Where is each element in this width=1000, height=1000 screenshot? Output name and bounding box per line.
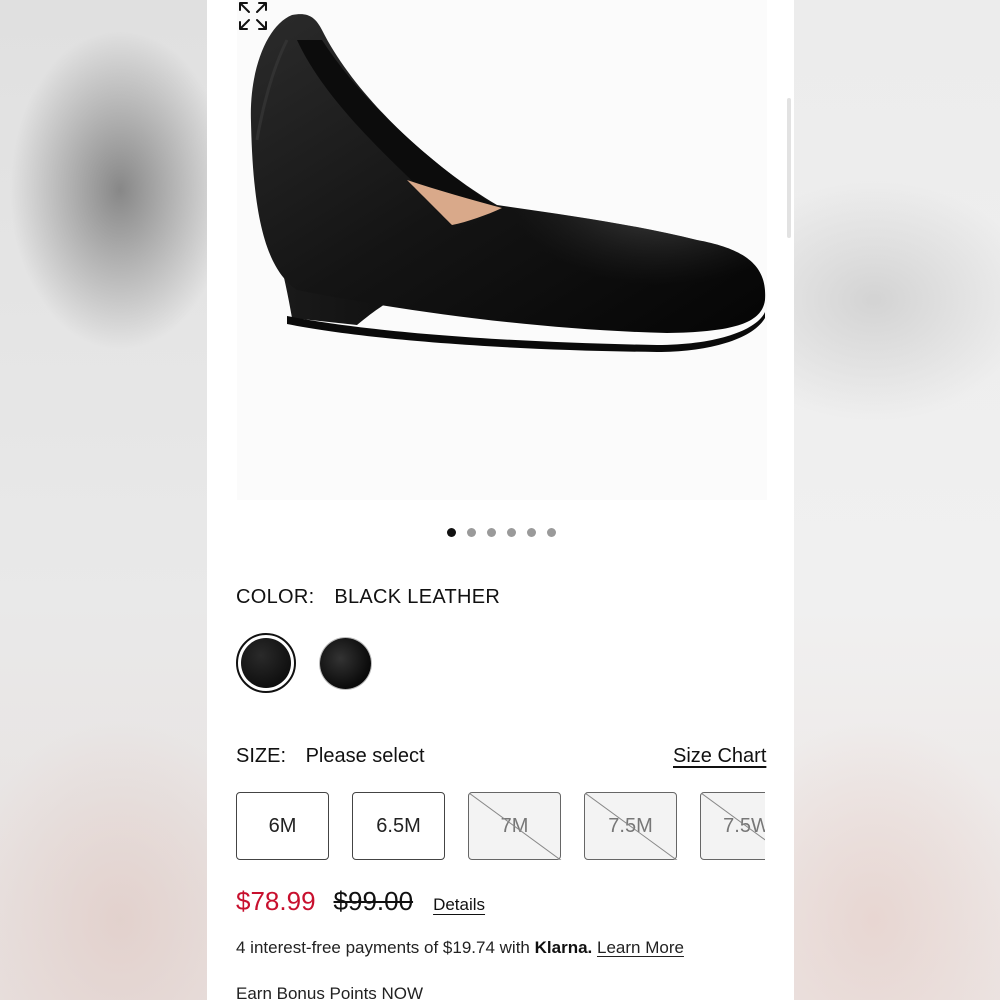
klarna-logo: Klarna. xyxy=(534,938,593,957)
carousel-dot[interactable] xyxy=(527,528,536,537)
swatch-black-leather[interactable] xyxy=(236,633,296,693)
carousel-dot[interactable] xyxy=(487,528,496,537)
size-option-7-5m[interactable]: 7.5M xyxy=(584,792,678,860)
size-option-7m[interactable]: 7M xyxy=(468,792,562,860)
size-option-6-5m[interactable]: 6.5M xyxy=(352,792,445,860)
color-heading: COLOR: BLACK LEATHER xyxy=(236,586,500,609)
size-option-label: 6.5M xyxy=(376,814,421,837)
color-label: COLOR: xyxy=(236,586,315,608)
carousel-dot[interactable] xyxy=(467,528,476,537)
unavailable-slash xyxy=(701,793,765,841)
size-label: SIZE: xyxy=(236,745,287,767)
product-image[interactable] xyxy=(237,0,767,500)
size-chart-link[interactable]: Size Chart xyxy=(673,745,766,768)
carousel-dot[interactable] xyxy=(547,528,556,537)
carousel-dot[interactable] xyxy=(507,528,516,537)
learn-more-link[interactable]: Learn More xyxy=(597,938,684,957)
scrollbar[interactable] xyxy=(787,98,791,238)
color-value: BLACK LEATHER xyxy=(334,586,501,608)
size-option-7-5w[interactable]: 7.5W xyxy=(700,792,765,860)
product-page: COLOR: BLACK LEATHER SIZE: Please select… xyxy=(207,0,794,1000)
swatch-black-suede[interactable] xyxy=(320,638,371,689)
carousel-dots xyxy=(447,528,556,537)
size-heading: SIZE: Please select xyxy=(236,745,425,768)
background-right xyxy=(794,0,1000,1000)
shoe-illustration xyxy=(250,14,766,352)
details-link[interactable]: Details xyxy=(433,895,485,915)
size-option-6m[interactable]: 6M xyxy=(236,792,329,860)
unavailable-slash xyxy=(469,793,562,860)
background-left xyxy=(0,0,207,1000)
size-value: Please select xyxy=(305,745,425,767)
klarna-text: 4 interest-free payments of $19.74 with xyxy=(236,938,530,957)
swatch-fill xyxy=(241,638,291,688)
original-price: $99.00 xyxy=(333,886,414,916)
unavailable-slash xyxy=(585,793,678,860)
price-row: $78.99 $99.00 Details xyxy=(236,886,485,917)
carousel-dot[interactable] xyxy=(447,528,456,537)
bonus-points-text: Earn Bonus Points NOW xyxy=(236,984,424,1000)
sale-price: $78.99 xyxy=(236,886,316,916)
size-options: 6M 6.5M 7M 7.5M 7.5W xyxy=(236,792,765,860)
expand-icon[interactable] xyxy=(237,0,269,32)
klarna-message: 4 interest-free payments of $19.74 with … xyxy=(236,938,684,958)
size-option-label: 6M xyxy=(268,814,297,837)
